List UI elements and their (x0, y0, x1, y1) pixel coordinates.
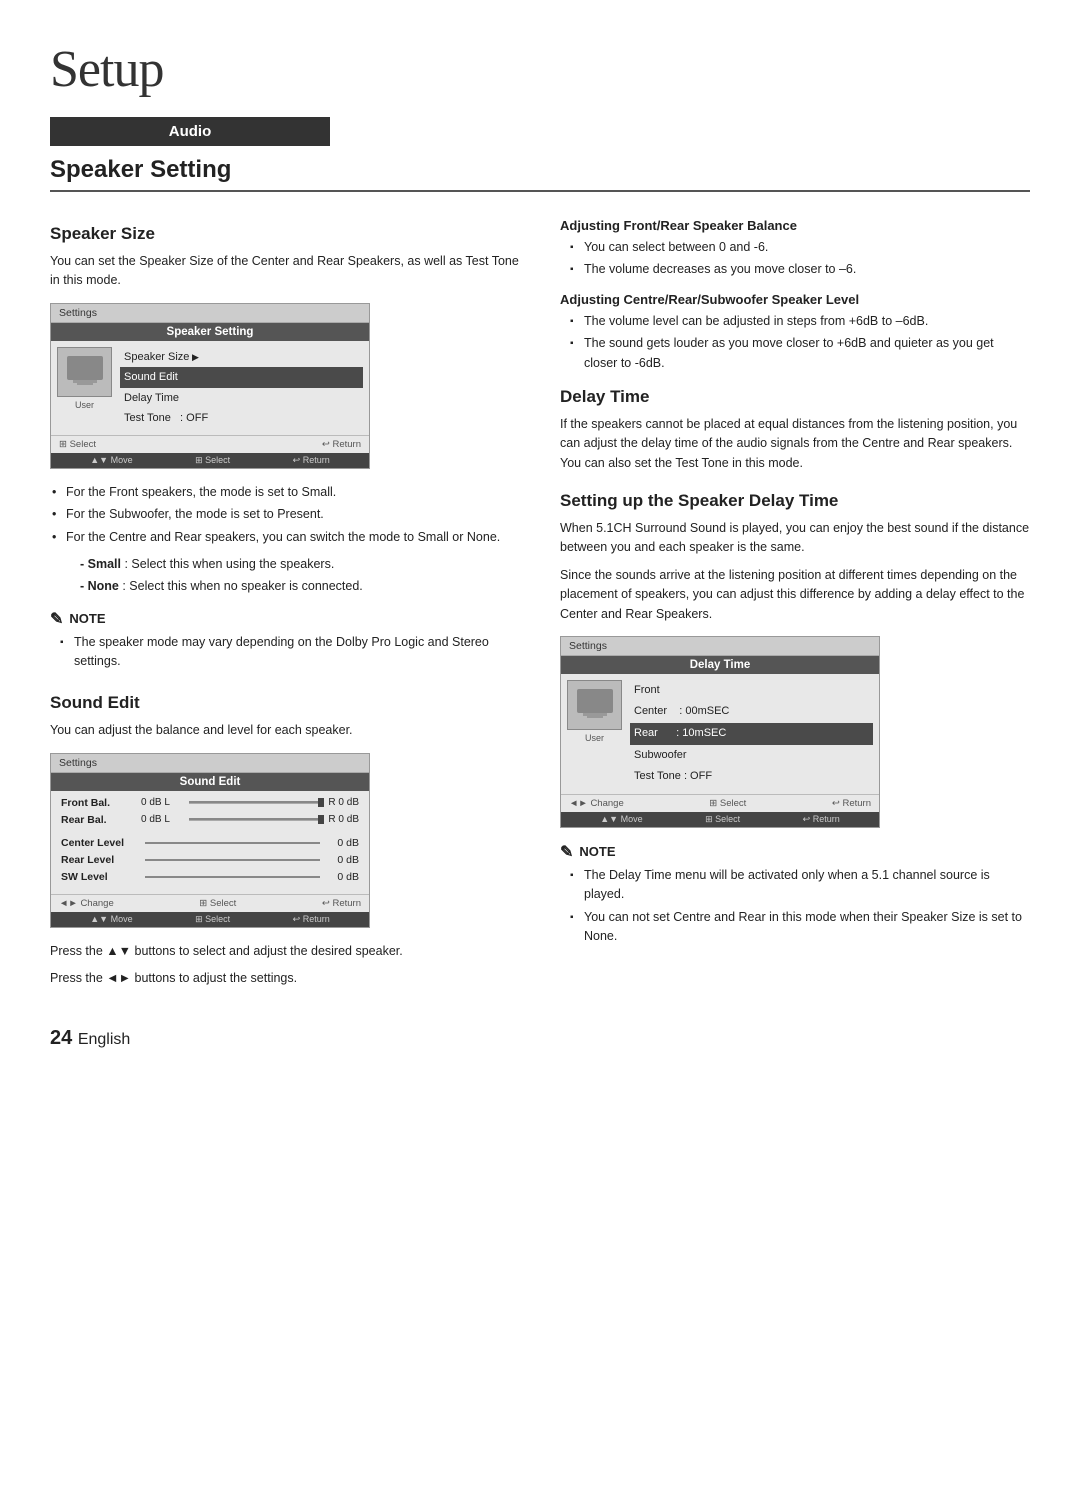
dt-tv-label: User (567, 733, 622, 743)
se-rear-bal-row: Rear Bal. 0 dB L R 0 dB (61, 814, 359, 826)
se-footer: ◄► Change⊞ Select↩ Return (51, 894, 369, 912)
screen-footer: ⊞ Select↩ Return (51, 435, 369, 453)
sound-edit-heading: Sound Edit (50, 693, 520, 713)
screen-menu-item-delay-time: Delay Time (120, 388, 363, 409)
sound-edit-body: You can adjust the balance and level for… (50, 721, 520, 740)
screen-menu-item-speaker-size: Speaker Size (120, 347, 363, 368)
delay-note-icon: ✎ (560, 842, 573, 862)
audio-badge: Audio (50, 117, 330, 146)
se-sw-level: SW Level 0 dB (61, 871, 359, 883)
screen-tv-label: User (57, 400, 112, 410)
delay-note-item-1: You can not set Centre and Rear in this … (570, 908, 1030, 947)
dt-item-test-tone: Test Tone : OFF (630, 766, 873, 788)
sound-edit-screen: Settings Sound Edit Front Bal. 0 dB L R … (50, 753, 370, 928)
dash-item-none: - None : Select this when no speaker is … (50, 577, 520, 596)
press-lr-text: Press the ◄► buttons to adjust the setti… (50, 969, 520, 988)
delay-time-heading: Delay Time (560, 387, 1030, 407)
bullet-item: For the Subwoofer, the mode is set to Pr… (50, 505, 520, 524)
setting-up-heading: Setting up the Speaker Delay Time (560, 491, 1030, 511)
delay-time-note: ✎ NOTE The Delay Time menu will be activ… (560, 842, 1030, 947)
screen-menu-item-test-tone: Test Tone : OFF (120, 408, 363, 429)
bullet-item: For the Centre and Rear speakers, you ca… (50, 528, 520, 547)
delay-time-body: If the speakers cannot be placed at equa… (560, 415, 1030, 473)
note-icon: ✎ (50, 609, 63, 629)
dt-footer2: ▲▼ Move⊞ Select↩ Return (561, 812, 879, 827)
adj-centre-heading: Adjusting Centre/Rear/Subwoofer Speaker … (560, 292, 1030, 307)
speaker-size-heading: Speaker Size (50, 224, 520, 244)
speaker-setting-screen: Settings Speaker Setting User Speaker Si… (50, 303, 370, 469)
dt-title-bar: Settings (561, 637, 879, 656)
delay-note-title: ✎ NOTE (560, 842, 1030, 862)
dash-item-small: - Small : Select this when using the spe… (50, 555, 520, 574)
adj-bullet-0: You can select between 0 and -6. (570, 238, 1030, 257)
note-title: ✎ NOTE (50, 609, 520, 629)
screen-tv-icon (57, 347, 112, 397)
delay-time-screen: Settings Delay Time User Front Center (560, 636, 880, 828)
dt-item-center: Center : 00mSEC (630, 701, 873, 723)
screen-footer2: ▲▼ Move⊞ Select↩ Return (51, 453, 369, 468)
setting-up-body2: Since the sounds arrive at the listening… (560, 566, 1030, 624)
bullet-item: For the Front speakers, the mode is set … (50, 483, 520, 502)
adj-front-rear-bullets: You can select between 0 and -6. The vol… (560, 238, 1030, 280)
press-arrows-text: Press the ▲▼ buttons to select and adjus… (50, 942, 520, 961)
adj-centre-bullet-1: The sound gets louder as you move closer… (570, 334, 1030, 373)
se-title-bar: Settings (51, 754, 369, 773)
setting-up-body1: When 5.1CH Surround Sound is played, you… (560, 519, 1030, 558)
adj-front-rear-heading: Adjusting Front/Rear Speaker Balance (560, 218, 1030, 233)
page-number: 24 English (50, 1027, 1030, 1050)
adj-bullet-1: The volume decreases as you move closer … (570, 260, 1030, 279)
dt-item-rear: Rear : 10mSEC (630, 723, 873, 745)
se-front-bal-row: Front Bal. 0 dB L R 0 dB (61, 797, 359, 809)
dt-tv-icon (567, 680, 622, 730)
speaker-size-bullets: For the Front speakers, the mode is set … (50, 483, 520, 547)
speaker-setting-title: Speaker Setting (50, 156, 1030, 192)
delay-note-list: The Delay Time menu will be activated on… (560, 866, 1030, 947)
dt-item-front: Front (630, 680, 873, 702)
dt-footer: ◄► Change⊞ Select↩ Return (561, 794, 879, 812)
delay-note-item-0: The Delay Time menu will be activated on… (570, 866, 1030, 905)
se-rear-level: Rear Level 0 dB (61, 854, 359, 866)
dt-header: Delay Time (561, 656, 879, 674)
screen-title-bar: Settings (51, 304, 369, 323)
se-footer2: ▲▼ Move⊞ Select↩ Return (51, 912, 369, 927)
adj-centre-bullet-0: The volume level can be adjusted in step… (570, 312, 1030, 331)
speaker-size-note: ✎ NOTE The speaker mode may vary dependi… (50, 609, 520, 672)
note-item: The speaker mode may vary depending on t… (60, 633, 520, 672)
note-list: The speaker mode may vary depending on t… (50, 633, 520, 672)
se-header: Sound Edit (51, 773, 369, 791)
se-center-level: Center Level 0 dB (61, 837, 359, 849)
adj-centre-bullets: The volume level can be adjusted in step… (560, 312, 1030, 373)
speaker-size-body: You can set the Speaker Size of the Cent… (50, 252, 520, 291)
dt-item-subwoofer: Subwoofer (630, 745, 873, 767)
screen-menu-item-sound-edit: Sound Edit (120, 367, 363, 388)
page-title: Setup (50, 40, 1030, 99)
screen-header: Speaker Setting (51, 323, 369, 341)
